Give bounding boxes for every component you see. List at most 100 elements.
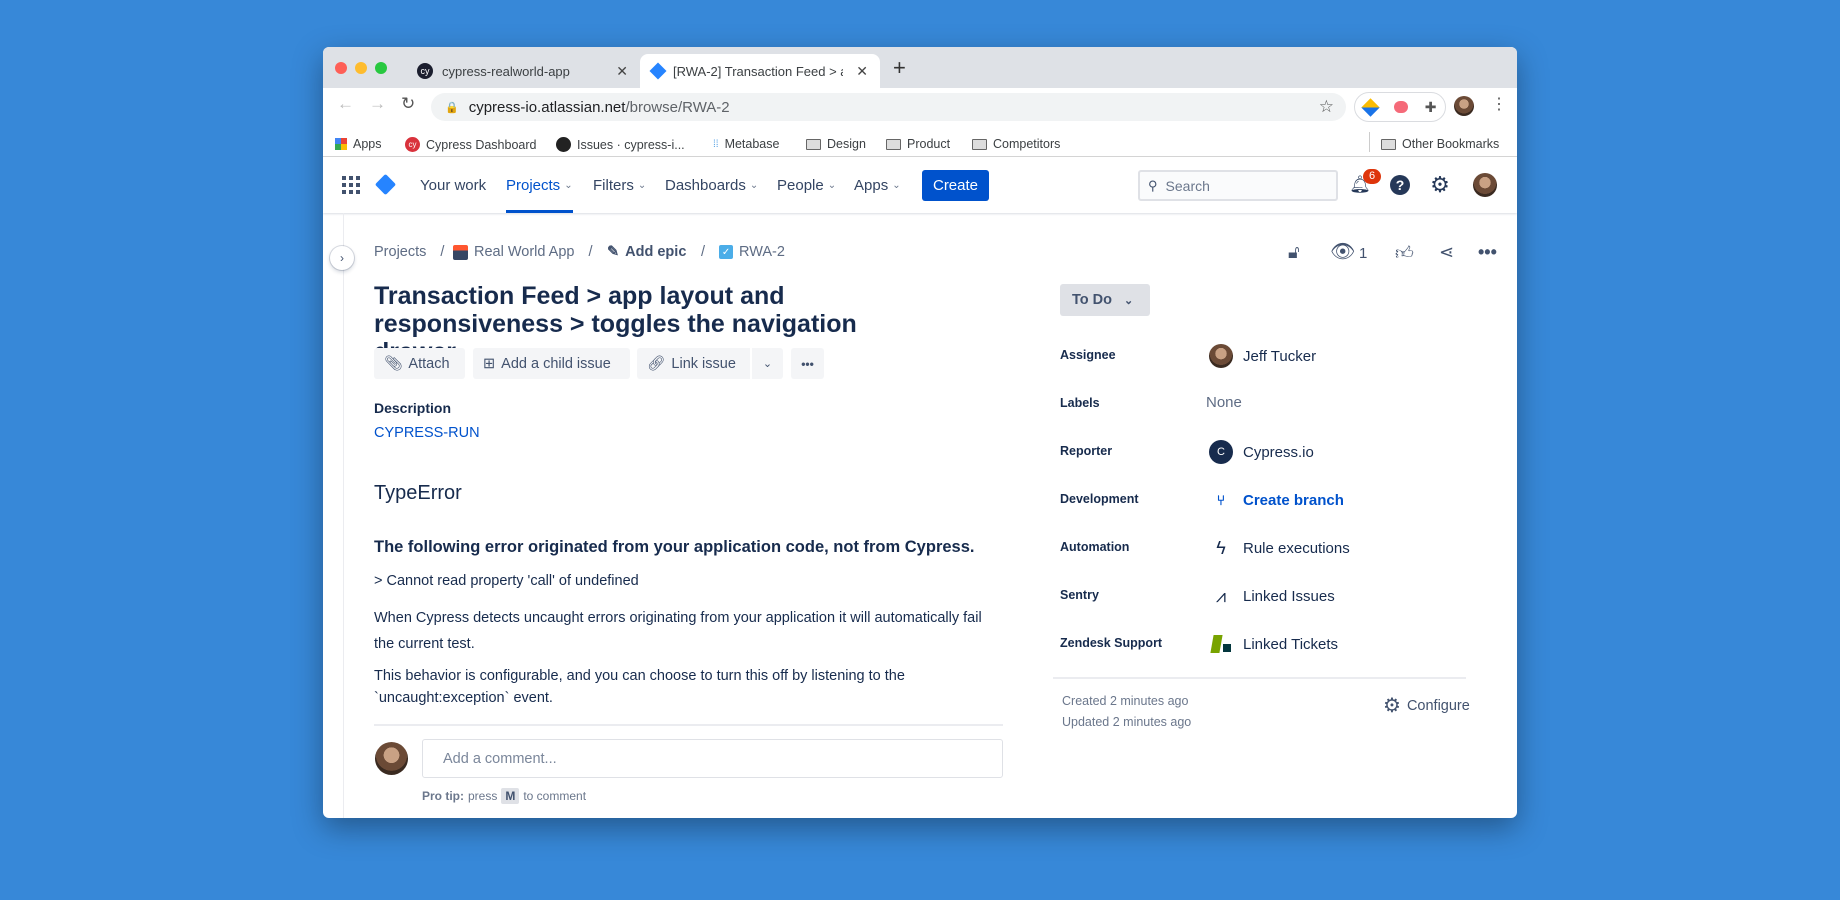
configure-button[interactable]: ⚙ Configure xyxy=(1383,693,1470,718)
nav-people[interactable]: People ⌄ xyxy=(777,157,836,213)
bookmark-label: Metabase xyxy=(724,137,780,151)
bookmark-label: Issues · cypress-i... xyxy=(577,137,685,152)
share-icon[interactable]: ⋖ xyxy=(1439,242,1454,263)
field-label: Zendesk Support xyxy=(1060,636,1163,650)
bookmark-competitors[interactable]: Competitors xyxy=(972,137,1060,151)
search-input[interactable]: ⚲ Search xyxy=(1138,170,1338,201)
minimize-window-button[interactable] xyxy=(355,62,367,74)
reporter-field[interactable]: C Cypress.io xyxy=(1209,440,1314,464)
attach-button[interactable]: 📎︎ Attach xyxy=(374,348,465,379)
help-icon[interactable]: ? xyxy=(1390,175,1410,195)
comment-input[interactable]: Add a comment... xyxy=(422,739,1003,778)
forward-button[interactable]: → xyxy=(369,94,386,114)
watch-eye-icon[interactable]: 👁︎ xyxy=(1330,239,1355,264)
cypress-icon: cy xyxy=(417,63,433,79)
link-issue-button[interactable]: 🔗︎ Link issue xyxy=(637,348,750,379)
settings-gear-icon[interactable]: ⚙ xyxy=(1430,172,1450,197)
tab-rwa-2[interactable]: [RWA-2] Transaction Feed > ap ✕ xyxy=(640,54,880,88)
extension-icon[interactable] xyxy=(1360,97,1380,117)
divider xyxy=(374,724,1003,726)
breadcrumb-separator: / xyxy=(701,244,706,260)
zendesk-linked-tickets[interactable]: Linked Tickets xyxy=(1209,632,1338,656)
assignee-field[interactable]: Jeff Tucker xyxy=(1209,344,1316,368)
sentry-linked-issues[interactable]: ⩘ Linked Issues xyxy=(1209,584,1335,608)
button-label: Link issue xyxy=(671,355,736,372)
hierarchy-icon: ⊞ xyxy=(483,355,496,372)
nav-dashboards[interactable]: Dashboards ⌄ xyxy=(665,157,758,213)
browser-menu-icon[interactable]: ⋮ xyxy=(1491,94,1507,114)
close-window-button[interactable] xyxy=(335,62,347,74)
nav-label: Apps xyxy=(854,176,889,194)
description-heading: TypeError xyxy=(374,482,462,504)
link-issue-dropdown[interactable]: ⌄ xyxy=(752,348,783,379)
restriction-lock-icon[interactable]: 🔓︎ xyxy=(1288,242,1300,263)
user-avatar[interactable] xyxy=(1473,173,1497,197)
bookmark-issues[interactable]: Issues · cypress-i... xyxy=(556,137,685,152)
bookmark-label: Competitors xyxy=(993,137,1061,151)
assignee-avatar xyxy=(1209,344,1233,368)
new-tab-button[interactable]: + xyxy=(893,55,906,81)
breadcrumb-projects[interactable]: Projects / xyxy=(374,244,444,260)
nav-apps[interactable]: Apps ⌄ xyxy=(854,157,901,213)
nav-your-work[interactable]: Your work xyxy=(420,157,486,213)
bookmark-apps[interactable]: Apps xyxy=(335,137,382,151)
nav-filters[interactable]: Filters ⌄ xyxy=(593,157,646,213)
star-icon[interactable]: ☆ xyxy=(1319,97,1334,117)
nav-projects[interactable]: Projects ⌄ xyxy=(506,157,573,213)
field-value: Rule executions xyxy=(1243,539,1350,557)
bookmark-cypress-dashboard[interactable]: cy Cypress Dashboard xyxy=(405,137,536,152)
branch-icon: ⑂ xyxy=(1216,492,1226,508)
chevron-down-icon: ⌄ xyxy=(637,179,647,191)
configure-label: Configure xyxy=(1406,697,1470,714)
create-button[interactable]: Create xyxy=(922,170,989,201)
labels-field[interactable]: None xyxy=(1206,394,1242,411)
nav-label: Dashboards xyxy=(665,176,746,194)
field-value: Linked Issues xyxy=(1243,587,1335,605)
status-dropdown[interactable]: To Do ⌄ xyxy=(1060,284,1150,316)
create-branch-link[interactable]: ⑂ Create branch xyxy=(1209,488,1344,512)
breadcrumb-project[interactable]: Real World App / xyxy=(453,244,593,260)
nav-label: People xyxy=(777,176,824,194)
cypress-run-link[interactable]: CYPRESS-RUN xyxy=(374,425,480,441)
breadcrumb-separator: / xyxy=(440,244,445,260)
back-button[interactable]: ← xyxy=(337,94,354,114)
bookmark-other[interactable]: Other Bookmarks xyxy=(1381,137,1499,151)
paperclip-icon: 📎︎ xyxy=(384,356,403,372)
vote-thumbs-up-icon[interactable]: 👍︎ xyxy=(1395,242,1414,264)
add-child-issue-button[interactable]: ⊞ Add a child issue xyxy=(473,348,630,379)
profile-avatar[interactable] xyxy=(1454,96,1474,116)
field-label: Automation xyxy=(1060,540,1130,554)
bookmark-product[interactable]: Product xyxy=(886,137,950,151)
close-tab-icon[interactable]: ✕ xyxy=(856,63,868,80)
more-actions-icon[interactable]: ••• xyxy=(1478,242,1497,263)
folder-icon xyxy=(806,138,821,150)
divider xyxy=(1053,677,1466,679)
metabase-icon: ⁞⁞ xyxy=(713,138,719,150)
expand-sidebar-button[interactable]: › xyxy=(330,246,354,270)
jira-logo-icon[interactable] xyxy=(374,173,397,196)
nav-label: Filters xyxy=(593,176,634,194)
description-label: Description xyxy=(374,400,452,416)
reload-button[interactable]: ↻ xyxy=(401,94,415,114)
link-icon: 🔗︎ xyxy=(647,356,666,372)
bookmark-metabase[interactable]: ⁞⁞ Metabase xyxy=(713,137,779,151)
breadcrumb-issue-key[interactable]: / ✓ RWA-2 xyxy=(701,244,785,260)
chat-extension-icon[interactable] xyxy=(1393,101,1408,113)
puzzle-icon[interactable]: ✚ xyxy=(1425,99,1437,116)
tab-title: [RWA-2] Transaction Feed > ap xyxy=(673,63,843,79)
app-switcher-icon[interactable] xyxy=(342,176,360,194)
close-tab-icon[interactable]: ✕ xyxy=(616,63,628,80)
rule-executions-link[interactable]: ϟ Rule executions xyxy=(1209,536,1350,560)
lightning-bolt-icon: ϟ xyxy=(1216,537,1226,558)
maximize-window-button[interactable] xyxy=(375,62,387,74)
commenter-avatar xyxy=(375,742,408,775)
bookmark-separator xyxy=(1369,132,1370,152)
button-label: Attach xyxy=(408,355,450,372)
address-bar[interactable]: 🔒 cypress-io.atlassian.net/browse/RWA-2 … xyxy=(431,93,1346,121)
bookmark-design[interactable]: Design xyxy=(806,137,866,151)
extensions-pill: ✚ xyxy=(1354,92,1446,122)
more-button[interactable]: ••• xyxy=(791,348,824,379)
tab-cypress-realworld-app[interactable]: cy cypress-realworld-app ✕ xyxy=(405,54,640,88)
add-epic-button[interactable]: ✎ Add epic xyxy=(607,244,686,260)
description-paragraph: This behavior is configurable, and you c… xyxy=(374,668,905,706)
